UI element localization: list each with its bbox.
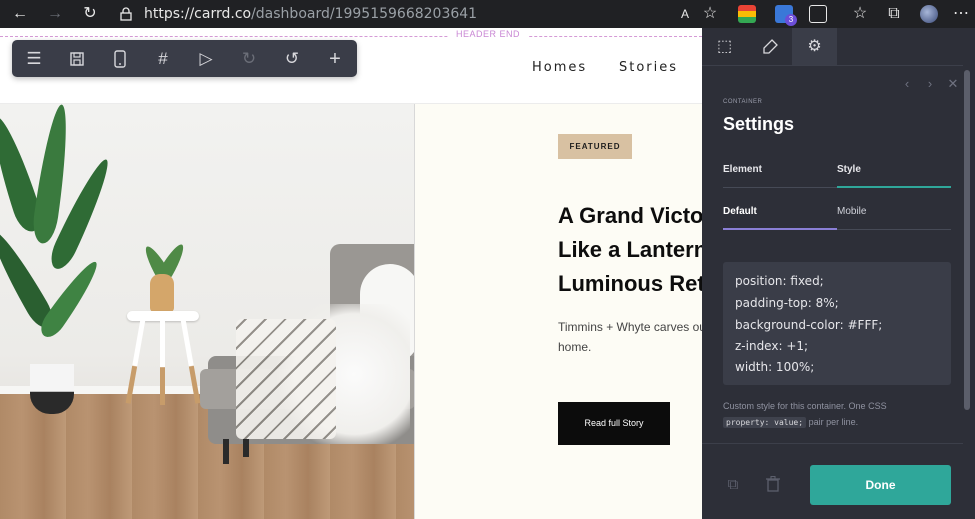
chevron-right-icon[interactable]: › <box>922 76 938 92</box>
favorite-star-icon[interactable]: ☆ <box>699 4 721 24</box>
close-icon[interactable]: ✕ <box>945 76 961 92</box>
subtab-default-indicator <box>723 228 837 230</box>
tab-style[interactable]: Style <box>837 164 861 175</box>
done-button[interactable]: Done <box>810 465 951 505</box>
panel-tab-bar: ⬚ ⚙ <box>702 28 975 65</box>
lock-icon <box>120 7 132 21</box>
site-preview: Homes Stories HEADER END FEATURED A Gran… <box>0 28 702 519</box>
notion-icon[interactable] <box>809 5 827 23</box>
tab-element[interactable]: Element <box>723 164 762 175</box>
address-bar[interactable]: https://carrd.co/dashboard/1995159668203… <box>110 2 700 26</box>
extension-badge: 3 <box>785 14 797 26</box>
undo-icon[interactable]: ↺ <box>279 46 305 72</box>
help-text: Custom style for this container. One CSS <box>723 401 887 411</box>
panel-scrollbar[interactable] <box>964 70 970 410</box>
read-aloud-icon[interactable]: A <box>674 4 696 24</box>
url-domain: https://carrd.co <box>144 6 252 22</box>
duplicate-icon[interactable]: ⧉ <box>724 476 742 494</box>
favorites-list-icon[interactable]: ☆ <box>849 4 871 24</box>
css-line: position: fixed; <box>735 274 824 288</box>
featured-article: FEATURED A Grand Victorian Glows Like a … <box>415 104 702 519</box>
hash-icon[interactable]: # <box>150 46 176 72</box>
header-end-divider <box>0 36 702 37</box>
article-headline: A Grand Victorian Glows Like a Lantern A… <box>558 203 702 296</box>
read-full-story-button[interactable]: Read full Story <box>558 402 670 445</box>
header-end-label: HEADER END <box>448 29 529 39</box>
featured-badge: FEATURED <box>558 134 632 159</box>
css-line: padding-top: 8%; <box>735 296 839 310</box>
help-tail: pair per line. <box>808 417 859 427</box>
more-options-icon[interactable]: ⋯ <box>950 4 972 24</box>
tab-style-indicator <box>837 186 951 188</box>
hero-photo <box>0 104 415 519</box>
select-icon[interactable]: ⬚ <box>702 28 747 65</box>
mobile-icon[interactable] <box>107 46 133 72</box>
brush-icon[interactable] <box>747 28 792 65</box>
subtab-mobile[interactable]: Mobile <box>837 206 866 217</box>
profile-avatar[interactable] <box>920 5 938 23</box>
play-icon[interactable]: ▷ <box>193 46 219 72</box>
custom-css-textarea[interactable]: position: fixed; padding-top: 8%; backgr… <box>723 262 951 385</box>
trash-icon[interactable] <box>764 475 782 494</box>
back-arrow-icon[interactable]: ← <box>9 4 31 24</box>
menu-icon[interactable]: ☰ <box>21 46 47 72</box>
gear-icon[interactable]: ⚙ <box>792 28 837 65</box>
plus-icon[interactable]: + <box>322 46 348 72</box>
refresh-icon[interactable]: ↻ <box>79 4 101 24</box>
nav-link-homes[interactable]: Homes <box>532 60 587 75</box>
css-help-text: Custom style for this container. One CSS… <box>723 398 958 431</box>
extension-f-icon[interactable]: 3 <box>775 5 797 26</box>
redo-icon[interactable]: ↻ <box>236 46 262 72</box>
settings-panel: ⬚ ⚙ ‹ › ✕ CONTAINER Settings Element Sty… <box>702 28 975 519</box>
forward-arrow-icon[interactable]: → <box>44 4 66 24</box>
article-summary: Timmins + Whyte carves out a light-fille… <box>558 320 702 354</box>
url-path: /dashboard/1995159668203641 <box>251 6 478 22</box>
help-code: property: value; <box>723 417 807 428</box>
section-caption: CONTAINER <box>723 99 763 105</box>
panel-title: Settings <box>723 114 795 134</box>
collections-icon[interactable]: ⧉ <box>883 4 905 24</box>
extension-colors-icon[interactable] <box>738 5 756 23</box>
browser-toolbar: ← → ↻ https://carrd.co/dashboard/1995159… <box>0 0 975 28</box>
save-icon[interactable] <box>64 46 90 72</box>
nav-link-stories[interactable]: Stories <box>619 60 678 75</box>
subtab-default[interactable]: Default <box>723 206 757 217</box>
chevron-left-icon[interactable]: ‹ <box>899 76 915 92</box>
editor-toolbar: ☰ # ▷ ↻ ↺ + <box>12 40 357 77</box>
css-line: z-index: +1; <box>735 339 809 353</box>
css-line: width: 100%; <box>735 360 815 374</box>
css-line: background-color: #FFF; <box>735 318 883 332</box>
